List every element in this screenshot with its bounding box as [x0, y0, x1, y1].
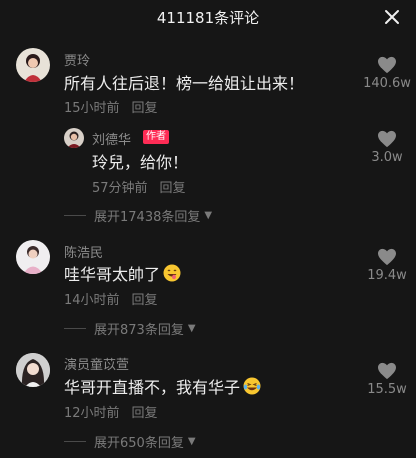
comment-time: 14小时前: [64, 293, 120, 308]
comment-count-title: 411181条评论: [156, 9, 260, 27]
expand-replies-button[interactable]: 展开650条回复 ▼: [64, 432, 196, 451]
divider-line: [64, 328, 86, 329]
heart-icon: [378, 56, 396, 74]
comment-meta: 12小时前 回复: [64, 402, 158, 421]
comment-meta: 14小时前 回复: [64, 289, 158, 308]
divider-line: [64, 441, 86, 442]
comment-text: 所有人往后退！榜一给姐让出来！: [64, 74, 305, 93]
like-button[interactable]: 3.0w: [357, 130, 416, 165]
comment-text: 哇华哥太帥了: [64, 261, 181, 285]
reply-username[interactable]: 刘德华: [92, 129, 131, 148]
divider-line: [64, 215, 86, 216]
heart-icon: [378, 248, 396, 266]
reply-text: 玲兒，给你！: [92, 153, 189, 172]
heart-icon: [378, 130, 396, 148]
reply-button[interactable]: 回复: [132, 293, 158, 308]
close-icon[interactable]: [384, 9, 400, 25]
comment-username[interactable]: 贾玲: [64, 50, 90, 69]
chevron-down-icon: ▼: [187, 323, 196, 334]
heart-icon: [378, 362, 396, 380]
reply-button[interactable]: 回复: [160, 181, 186, 196]
comments-header: 411181条评论: [0, 0, 416, 34]
reply-avatar[interactable]: [64, 128, 84, 148]
comment-text-content: 哇华哥太帥了: [64, 265, 161, 284]
laughing-tears-emoji-icon: [243, 377, 261, 395]
comment-meta: 15小时前 回复: [64, 97, 158, 116]
expand-replies-label: 展开17438条回复: [94, 210, 201, 225]
like-count: 3.0w: [371, 150, 403, 165]
avatar[interactable]: [16, 48, 50, 82]
author-badge: 作者: [143, 130, 169, 144]
chevron-down-icon: ▼: [204, 210, 213, 221]
expand-replies-label: 展开873条回复: [94, 323, 184, 338]
like-count: 19.4w: [367, 268, 407, 283]
like-count: 140.6w: [363, 76, 411, 91]
like-count: 15.5w: [367, 382, 407, 397]
expand-replies-button[interactable]: 展开17438条回复 ▼: [64, 206, 212, 225]
like-button[interactable]: 15.5w: [357, 362, 416, 397]
comment-text: 华哥开直播不，我有华子: [64, 374, 261, 398]
reply-button[interactable]: 回复: [132, 101, 158, 116]
reply-time: 57分钟前: [92, 181, 148, 196]
reply-meta: 57分钟前 回复: [92, 177, 186, 196]
comment-username[interactable]: 演员童苡萱: [64, 354, 129, 373]
grinning-tongue-emoji-icon: [163, 264, 181, 282]
chevron-down-icon: ▼: [187, 436, 196, 447]
comment-text-content: 华哥开直播不，我有华子: [64, 378, 241, 397]
reply-button[interactable]: 回复: [132, 406, 158, 421]
like-button[interactable]: 19.4w: [357, 248, 416, 283]
comment-time: 15小时前: [64, 101, 120, 116]
expand-replies-button[interactable]: 展开873条回复 ▼: [64, 319, 196, 338]
comment-username[interactable]: 陈浩民: [64, 242, 103, 261]
comment-time: 12小时前: [64, 406, 120, 421]
like-button[interactable]: 140.6w: [357, 56, 416, 91]
expand-replies-label: 展开650条回复: [94, 436, 184, 451]
avatar[interactable]: [16, 240, 50, 274]
avatar[interactable]: [16, 353, 50, 387]
